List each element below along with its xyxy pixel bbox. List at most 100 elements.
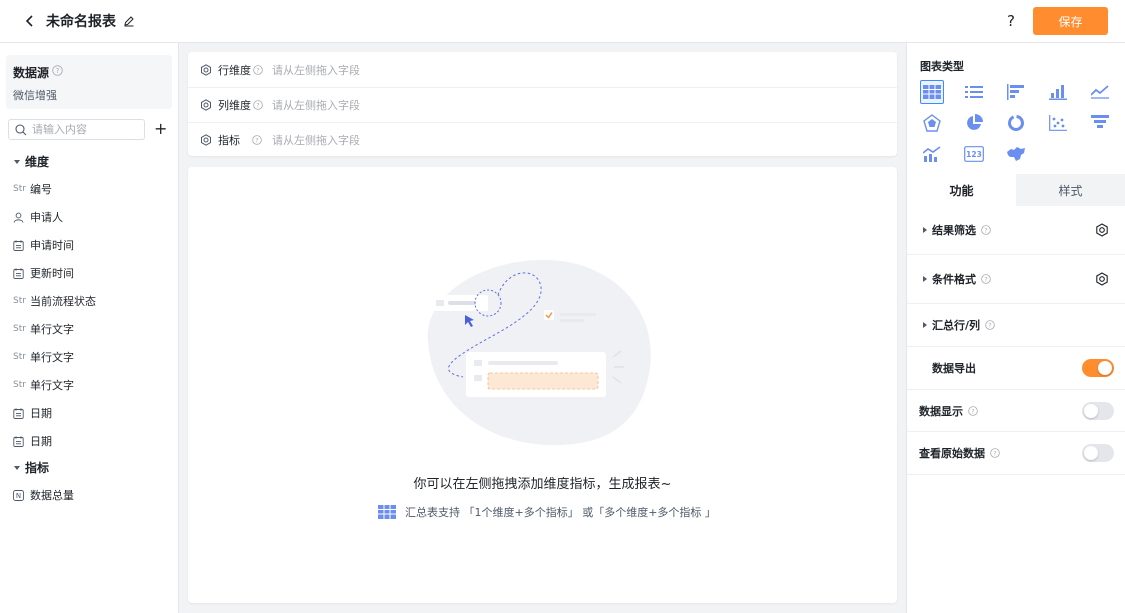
list-chart-icon [965,86,983,98]
metric-group-toggle[interactable]: 指标 [14,459,49,476]
dimension-field-label: 编号 [30,183,52,196]
top-bar: 未命名报表 ? 保存 [0,0,1125,43]
dimension-field[interactable]: 申请人 [13,207,63,227]
metric-field-label: 数据总量 [30,489,74,502]
line-chart-icon [1091,85,1109,99]
metric-dropzone[interactable]: 指标 ? 请从左侧拖入字段 [188,122,897,157]
help-circle-icon[interactable]: ? [968,405,978,416]
chart-type-combo[interactable] [920,142,944,166]
option-conditional-format[interactable]: 条件格式 ? [907,255,1125,304]
metric-label: 指标 [218,134,240,147]
chart-type-bar-vertical[interactable] [1046,80,1070,104]
report-canvas: 你可以在左侧拖拽添加维度指标，生成报表~ 汇总表支持 「1个维度+多个指标」 或… [188,167,897,603]
chart-type-donut[interactable] [1004,111,1028,135]
row-dimension-placeholder: 请从左侧拖入字段 [272,63,360,77]
caret-down-icon [14,465,20,470]
chevron-left-icon [25,15,33,27]
gear-icon[interactable] [1095,272,1109,286]
option-data-display: 数据显示 ? [907,390,1125,432]
empty-state-hint-text: 汇总表支持 「1个维度+多个指标」 或「多个维度+多个指标 」 [405,506,716,519]
svg-text:123: 123 [966,150,982,159]
row-dimension-dropzone[interactable]: 行维度 ? 请从左侧拖入字段 [188,52,897,87]
gear-icon[interactable] [200,99,212,111]
help-circle-icon[interactable]: ? [252,135,262,145]
table-icon [378,505,396,519]
chart-type-bar-horizontal[interactable] [1004,80,1028,104]
dimension-field[interactable]: 日期 [13,403,52,423]
help-circle-icon[interactable]: ? [985,320,995,330]
calendar-icon [13,407,27,419]
help-circle-icon[interactable]: ? [253,100,263,110]
add-field-button[interactable]: + [154,119,167,139]
metric-field[interactable]: N 数据总量 [13,485,74,505]
dimension-field-label: 申请时间 [30,239,74,252]
help-button[interactable]: ? [1003,12,1019,30]
help-circle-icon[interactable]: ? [990,448,1000,458]
table-chart-icon [923,85,941,99]
chart-type-radar[interactable] [920,111,944,135]
svg-text:?: ? [256,102,259,109]
dimension-field-label: 日期 [30,407,52,420]
user-icon [13,212,27,223]
column-dimension-placeholder: 请从左侧拖入字段 [272,99,360,112]
option-result-filter[interactable]: 结果筛选 ? [907,206,1125,255]
calendar-icon [13,435,27,447]
gear-icon[interactable] [1095,223,1109,237]
empty-state-title: 你可以在左侧拖拽添加维度指标，生成报表~ [413,477,672,492]
gear-icon[interactable] [200,63,212,76]
dimension-field[interactable]: 日期 [13,431,52,451]
dimension-field[interactable]: Str 编号 [13,179,52,199]
view-raw-data-toggle[interactable] [1082,444,1114,462]
field-search [8,119,145,140]
dimension-field-label: 更新时间 [30,267,74,280]
data-export-toggle[interactable] [1082,359,1114,377]
chart-type-table[interactable] [920,80,944,104]
chart-type-pie[interactable] [962,111,986,135]
metric-placeholder: 请从左侧拖入字段 [272,134,360,147]
dimension-field[interactable]: 更新时间 [13,263,74,283]
dimension-field[interactable]: Str 当前流程状态 [13,291,96,311]
help-circle-icon[interactable]: ? [52,65,63,76]
chart-type-scatter[interactable] [1046,111,1070,135]
search-icon [15,123,27,135]
string-type-icon: Str [13,380,26,390]
chart-type-list[interactable] [962,80,986,104]
svg-text:?: ? [984,227,987,234]
data-display-toggle[interactable] [1082,402,1114,420]
dimension-field-label: 单行文字 [30,323,74,336]
chart-type-number-card[interactable]: 123 [962,142,986,166]
gear-icon[interactable] [200,134,212,146]
help-circle-icon[interactable]: ? [981,274,991,284]
option-result-filter-label: 结果筛选 [932,224,976,237]
report-title: 未命名报表 [46,14,116,30]
tab-function[interactable]: 功能 [907,174,1016,206]
back-button[interactable] [22,13,38,29]
dimension-group-toggle[interactable]: 维度 [14,153,49,170]
help-circle-icon[interactable]: ? [253,64,263,75]
dimension-field[interactable]: Str 单行文字 [13,319,74,339]
string-type-icon: Str [13,352,26,362]
datasource-name: 微信增强 [13,89,57,102]
dimension-field-label: 日期 [30,435,52,448]
option-summary-row-column[interactable]: 汇总行/列 ? [907,304,1125,347]
edit-title-button[interactable] [122,14,136,28]
empty-state-illustration [427,259,651,446]
caret-right-icon [923,276,927,282]
calendar-icon [13,239,27,251]
config-panel: 图表类型 123 功能 样式 结果筛选 ? 条件格式 ? 汇总行/列 ? 数据导… [906,43,1125,613]
string-type-icon: Str [13,184,26,194]
datasource-box[interactable]: 数据源 ? 微信增强 [6,55,172,109]
dimension-field-label: 申请人 [30,211,63,224]
tab-style[interactable]: 样式 [1016,174,1125,206]
toggle-knob [1084,446,1098,460]
help-circle-icon[interactable]: ? [981,225,991,235]
dimension-field[interactable]: 申请时间 [13,235,74,255]
chart-type-funnel[interactable] [1088,111,1112,135]
dimension-field[interactable]: Str 单行文字 [13,347,74,367]
chart-type-map[interactable] [1004,142,1028,166]
save-button[interactable]: 保存 [1033,7,1108,35]
search-input[interactable] [32,123,142,136]
chart-type-line[interactable] [1088,80,1112,104]
dimension-field[interactable]: Str 单行文字 [13,375,74,395]
column-dimension-dropzone[interactable]: 列维度 ? 请从左侧拖入字段 [188,87,897,122]
